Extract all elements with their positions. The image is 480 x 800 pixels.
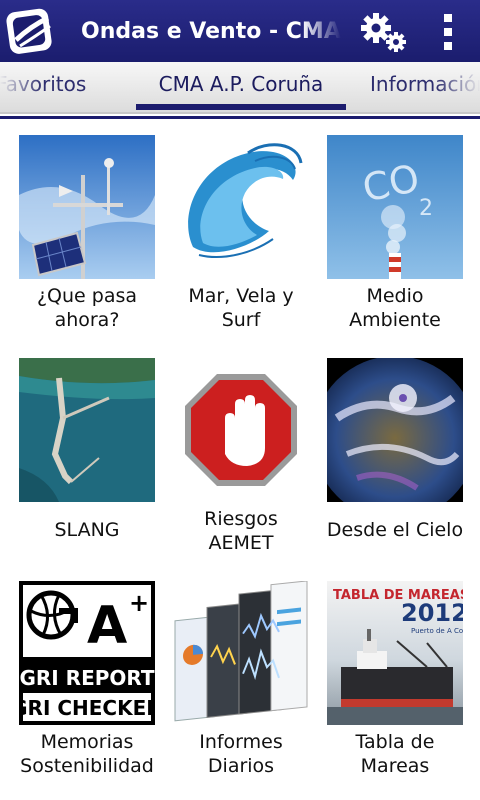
gri-line1: GRI REPORT [19, 666, 154, 690]
tile-label: Mar, Vela y Surf [161, 284, 321, 332]
tile-mar-vela-surf[interactable] [173, 135, 309, 279]
svg-text:2: 2 [419, 196, 433, 221]
daily-reports-icon [173, 581, 309, 725]
tab-bar: Favoritos CMA A.P. Coruña Información [0, 62, 480, 114]
tile-label: Riesgos AEMET [161, 507, 321, 555]
cover-publisher: Puerto de A Coruña [411, 627, 463, 635]
gri-line2: GRI CHECKED [19, 696, 155, 720]
tide-table-cover-icon: TABLA DE MAREAS 2012 Puerto de A Coruña [327, 581, 463, 725]
co2-chimney-icon: CO 2 [327, 135, 463, 279]
tile-memorias-sostenibilidad[interactable]: A + GRI REPORT GRI CHECKED [19, 581, 155, 725]
tile-medio-ambiente[interactable]: CO 2 [327, 135, 463, 279]
app-title: Ondas e Vento - CMA A.P. Coruña [81, 19, 341, 44]
tile-label-line: Mareas [360, 755, 430, 777]
tile-label-line: Riesgos [204, 508, 278, 530]
overflow-menu-icon[interactable] [428, 8, 468, 56]
tab-informacion[interactable]: Información [370, 62, 480, 108]
tile-que-pasa-ahora[interactable] [19, 135, 155, 279]
cover-year: 2012 [401, 599, 463, 627]
wave-icon [173, 135, 309, 279]
tile-label: Tabla de Mareas [315, 730, 475, 778]
gri-plus: + [129, 589, 149, 617]
action-bar: Ondas e Vento - CMA A.P. Coruña [0, 0, 480, 62]
tab-label: Información [370, 72, 480, 96]
tab-cma-ap-coruna[interactable]: CMA A.P. Coruña [136, 62, 346, 108]
tile-riesgos-aemet[interactable] [173, 358, 309, 502]
tile-slang[interactable] [19, 358, 155, 502]
tile-label-line: Informes [199, 731, 283, 753]
tile-label-line: ahora? [54, 309, 120, 331]
tile-label: SLANG [7, 518, 167, 542]
tile-label-line: Memorias [40, 731, 134, 753]
tab-label: Favoritos [0, 72, 87, 96]
gri-report-icon: A + GRI REPORT GRI CHECKED [19, 581, 155, 725]
tile-label-line: Medio [366, 285, 424, 307]
active-tab-indicator [136, 104, 346, 110]
app-logo-icon[interactable] [6, 6, 56, 56]
stop-hand-icon [173, 358, 309, 502]
gri-grade: A [87, 596, 127, 656]
tile-label-line: Ambiente [349, 309, 441, 331]
tile-label-line: Mar, Vela y [188, 285, 294, 307]
tile-label-line: ¿Que pasa [36, 285, 138, 307]
tile-label-line: Tabla de [355, 731, 435, 753]
tile-desde-el-cielo[interactable] [327, 358, 463, 502]
tile-label-line: Surf [221, 309, 261, 331]
tile-label-line: Sostenibilidad [20, 755, 154, 777]
weather-station-icon [19, 135, 155, 279]
tile-tabla-de-mareas[interactable]: TABLA DE MAREAS 2012 Puerto de A Coruña [327, 581, 463, 725]
tile-informes-diarios[interactable] [173, 581, 309, 725]
tile-label: ¿Que pasa ahora? [7, 284, 167, 332]
satellite-storm-icon [327, 358, 463, 502]
divider [0, 116, 480, 119]
settings-gear-icon[interactable] [358, 8, 410, 56]
tile-label-line: AEMET [208, 532, 274, 554]
tile-label-line: Desde el Cielo [326, 519, 464, 541]
tab-favoritos[interactable]: Favoritos [0, 62, 120, 108]
tab-label: CMA A.P. Coruña [158, 72, 324, 96]
tile-label: Memorias Sostenibilidad [7, 730, 167, 778]
tile-label: Medio Ambiente [315, 284, 475, 332]
tile-label: Desde el Cielo [315, 518, 475, 542]
breakwater-aerial-icon [19, 358, 155, 502]
tile-label: Informes Diarios [161, 730, 321, 778]
tile-label-line: Diarios [207, 755, 275, 777]
tile-label-line: SLANG [54, 519, 120, 541]
